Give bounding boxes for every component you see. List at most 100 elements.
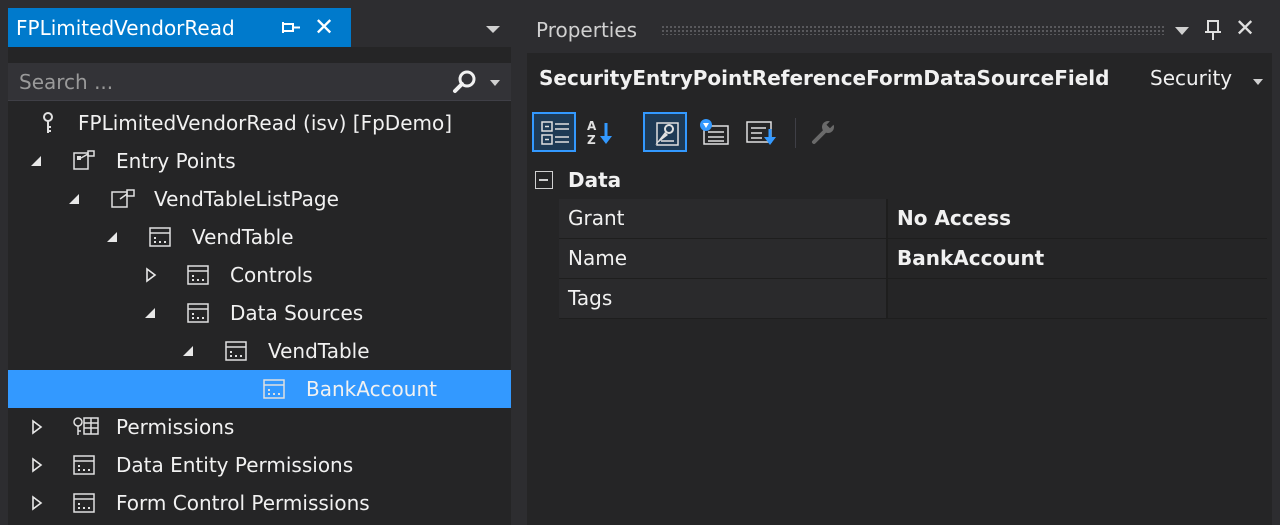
object-selector[interactable]: SecurityEntryPointReferenceFormDataSourc…: [527, 59, 1272, 97]
tree-node[interactable]: VendTable: [8, 332, 511, 370]
drag-grip[interactable]: [661, 25, 1166, 35]
tree-node-label: Permissions: [116, 415, 235, 439]
property-value: No Access: [897, 206, 1012, 230]
expanded-arrow-icon: [31, 156, 41, 166]
tree-node-label: VendTable: [268, 339, 370, 363]
property-name-cell[interactable]: Name: [559, 239, 888, 278]
tree-node[interactable]: Data Entity Permissions: [8, 446, 511, 484]
tree-node[interactable]: FPLimitedVendorRead (isv) [FpDemo]: [8, 104, 511, 142]
property-row[interactable]: Tags: [559, 279, 1267, 319]
properties-header: Properties ✕: [527, 8, 1272, 53]
solution-explorer-panel: FPLimitedVendorRead ✕ FPLimitedVendorRea…: [8, 8, 511, 525]
entry-points-icon: [72, 149, 96, 173]
tab-fplimitedvendorread[interactable]: FPLimitedVendorRead ✕: [8, 8, 351, 47]
search-box: [8, 63, 511, 101]
property-value-cell[interactable]: [890, 279, 1267, 318]
form-icon: [186, 301, 210, 325]
property-name: Name: [568, 246, 628, 270]
tree-node-label: FPLimitedVendorRead (isv) [FpDemo]: [78, 111, 453, 135]
category-data[interactable]: Data: [527, 161, 1272, 199]
tree-node[interactable]: Entry Points: [8, 142, 511, 180]
property-pages-button[interactable]: [739, 112, 783, 152]
tree-node[interactable]: Form Control Permissions: [8, 484, 511, 522]
permissions-icon: [72, 415, 99, 439]
tree-node[interactable]: Data Sources: [8, 294, 511, 332]
svg-text:Z: Z: [587, 133, 596, 146]
property-value-cell[interactable]: BankAccount: [890, 239, 1267, 278]
collapse-arrow[interactable]: [105, 229, 121, 245]
collapsed-arrow-icon: [146, 267, 157, 283]
chevron-down-icon[interactable]: [1253, 79, 1263, 85]
pin-icon[interactable]: [280, 17, 302, 39]
properties-toolbar: A Z: [527, 108, 1272, 156]
collapsed-arrow-icon: [32, 419, 43, 435]
collapse-icon[interactable]: [535, 171, 553, 189]
properties-panel: Properties ✕ SecurityEntryPointReference…: [527, 8, 1272, 525]
tree-node[interactable]: Controls: [8, 256, 511, 294]
tree-node-label: BankAccount: [306, 377, 437, 401]
collapse-arrow[interactable]: [143, 305, 159, 321]
tree-node-label: VendTableListPage: [154, 187, 339, 211]
property-name: Tags: [568, 286, 613, 310]
properties-title: Properties: [536, 18, 638, 42]
tree-node-label: VendTable: [192, 225, 294, 249]
settings-button[interactable]: [802, 112, 846, 152]
entry-point-icon: [110, 187, 135, 211]
tree-node-label: Data Entity Permissions: [116, 453, 354, 477]
close-icon[interactable]: ✕: [1235, 14, 1255, 42]
tree-node-label: Form Control Permissions: [116, 491, 370, 515]
expand-arrow[interactable]: [29, 457, 45, 473]
events-icon: [700, 119, 729, 145]
properties-icon: [655, 122, 679, 146]
form-icon: [72, 453, 96, 477]
collapse-arrow[interactable]: [29, 153, 45, 169]
tree-node-label: Controls: [230, 263, 313, 287]
tree-node[interactable]: BankAccount: [8, 370, 511, 408]
expanded-arrow-icon: [69, 194, 79, 204]
collapsed-arrow-icon: [32, 457, 43, 473]
svg-text:A: A: [587, 119, 597, 133]
solution-tree: FPLimitedVendorRead (isv) [FpDemo] Entry …: [8, 104, 511, 522]
sort-az-icon: A Z: [587, 119, 612, 146]
object-kind: Security: [1150, 66, 1233, 90]
property-pages-icon: [746, 121, 776, 145]
collapse-arrow[interactable]: [181, 343, 197, 359]
tree-node[interactable]: VendTable: [8, 218, 511, 256]
toolbar-separator: [795, 118, 796, 148]
search-options-chevron-icon[interactable]: [490, 80, 500, 86]
property-value-cell[interactable]: No Access: [890, 199, 1267, 238]
expand-arrow[interactable]: [143, 267, 159, 283]
alphabetical-button[interactable]: A Z: [579, 112, 623, 152]
form-icon: [262, 377, 286, 401]
property-value: BankAccount: [897, 246, 1045, 270]
expanded-arrow-icon: [145, 308, 155, 318]
tree-node[interactable]: Permissions: [8, 408, 511, 446]
form-icon: [72, 491, 96, 515]
expand-arrow[interactable]: [29, 419, 45, 435]
search-icon[interactable]: [452, 69, 478, 95]
category-label: Data: [568, 168, 622, 192]
wrench-icon: [812, 120, 835, 144]
chevron-down-icon[interactable]: [486, 26, 500, 33]
property-name: Grant: [568, 206, 625, 230]
object-name: SecurityEntryPointReferenceFormDataSourc…: [539, 66, 1110, 90]
expanded-arrow-icon: [107, 232, 117, 242]
tree-node[interactable]: VendTableListPage: [8, 180, 511, 218]
document-tab-strip: FPLimitedVendorRead ✕: [8, 8, 511, 47]
expanded-arrow-icon: [183, 346, 193, 356]
property-row[interactable]: Grant No Access: [559, 199, 1267, 239]
properties-view-button[interactable]: [643, 112, 687, 152]
property-name-cell[interactable]: Tags: [559, 279, 888, 318]
collapse-arrow[interactable]: [67, 191, 83, 207]
categorized-button[interactable]: [532, 112, 576, 152]
events-button[interactable]: [691, 112, 735, 152]
close-icon[interactable]: ✕: [314, 14, 334, 40]
window-menu-chevron-icon[interactable]: [1175, 27, 1189, 35]
property-grid: Data Grant No Access Name BankAccount Tags: [527, 161, 1272, 319]
property-name-cell[interactable]: Grant: [559, 199, 888, 238]
search-input[interactable]: [8, 63, 438, 101]
pin-icon[interactable]: [1202, 18, 1224, 42]
form-icon: [148, 225, 172, 249]
property-row[interactable]: Name BankAccount: [559, 239, 1267, 279]
expand-arrow[interactable]: [29, 495, 45, 511]
